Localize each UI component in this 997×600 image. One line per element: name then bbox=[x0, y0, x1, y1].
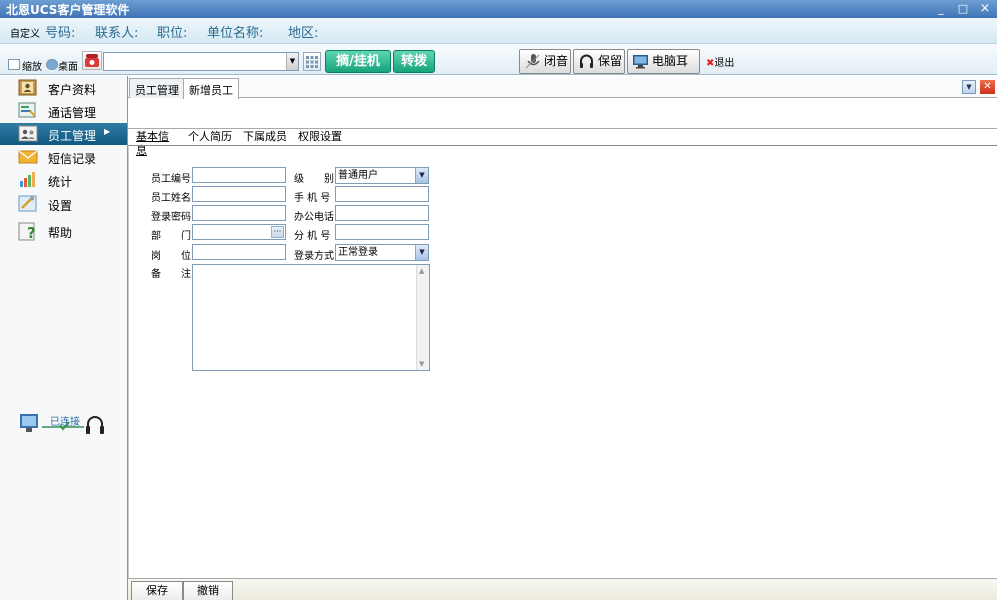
cancel-button[interactable]: 撤销 bbox=[183, 581, 233, 600]
minimize-button[interactable]: _ bbox=[932, 1, 950, 17]
envelope-icon bbox=[18, 148, 38, 165]
sidebar-item-staff[interactable]: 员工管理 ▶ bbox=[0, 123, 127, 145]
sidebar-item-calls[interactable]: 通话管理 bbox=[0, 100, 127, 122]
sidebar-item-statistics[interactable]: 统计 bbox=[0, 169, 127, 191]
sidebar: 客户资料 通话管理 员工管理 ▶ 短信记录 统计 设置 ? 帮助 已连接 bbox=[0, 76, 128, 600]
tab-subordinates[interactable]: 下属成员 bbox=[236, 130, 294, 145]
tab-resume[interactable]: 个人简历 bbox=[181, 130, 239, 145]
main-panel: 员工管理 新增员工 ▼ ✕ 基本信息 个人简历 下属成员 权限设置 员工编号 员… bbox=[128, 76, 997, 600]
contacts-book-icon bbox=[18, 79, 38, 96]
mobile-label: 手 机 号 bbox=[294, 193, 331, 204]
phone-icon[interactable] bbox=[82, 51, 102, 70]
tab-basic-info[interactable]: 基本信息 bbox=[129, 130, 183, 157]
employee-name-input[interactable] bbox=[192, 186, 286, 202]
chevron-down-icon[interactable]: ▼ bbox=[415, 245, 428, 260]
mobile-input[interactable] bbox=[335, 186, 429, 202]
transfer-button[interactable]: 转拨 bbox=[393, 50, 435, 73]
password-label: 登录密码 bbox=[151, 212, 191, 223]
password-input[interactable] bbox=[192, 205, 286, 221]
sidebar-item-sms[interactable]: 短信记录 bbox=[0, 146, 127, 168]
extension-input[interactable] bbox=[335, 224, 429, 240]
chevron-down-icon[interactable]: ▼ bbox=[415, 168, 428, 183]
info-contact-label: 联系人: bbox=[95, 26, 139, 41]
level-label: 级 别 bbox=[294, 174, 334, 185]
bar-chart-icon bbox=[18, 171, 38, 188]
connection-status: 已连接 bbox=[18, 411, 108, 439]
custom-button[interactable]: 自定义 bbox=[10, 25, 40, 40]
maximize-button[interactable]: □ bbox=[954, 1, 972, 17]
browse-department-button[interactable]: ··· bbox=[271, 226, 284, 238]
pick-hang-button[interactable]: 摘/挂机 bbox=[325, 50, 391, 73]
notes-label: 备 注 bbox=[151, 269, 191, 280]
chevron-down-icon[interactable]: ▼ bbox=[286, 53, 298, 70]
tab-staff-management[interactable]: 员工管理 bbox=[129, 78, 185, 98]
tab-permissions[interactable]: 权限设置 bbox=[291, 130, 349, 145]
toolbar-area bbox=[128, 99, 997, 129]
pc-headset-button[interactable]: 电脑耳机 bbox=[627, 49, 700, 91]
close-button[interactable]: × bbox=[976, 1, 994, 17]
mute-button[interactable]: 闭音 bbox=[519, 49, 571, 74]
help-icon: ? bbox=[18, 222, 38, 242]
sidebar-item-settings[interactable]: 设置 bbox=[0, 193, 127, 215]
chevron-right-icon: ▶ bbox=[104, 127, 111, 136]
toolbar: 缩放 桌面 ▼ 摘/挂机 转拨 闭音 保留 电脑耳机 bbox=[0, 44, 997, 91]
save-button[interactable]: 保存 bbox=[131, 581, 183, 600]
shrink-label: 缩放 bbox=[22, 62, 42, 73]
sidebar-item-help[interactable]: ? 帮助 bbox=[0, 220, 127, 242]
department-label: 部 门 bbox=[151, 231, 191, 242]
desktop-radio[interactable] bbox=[46, 59, 58, 70]
employee-name-label: 员工姓名 bbox=[151, 193, 191, 204]
computer-icon bbox=[632, 53, 649, 70]
sidebar-item-customers[interactable]: 客户资料 bbox=[0, 77, 127, 99]
login-mode-select[interactable]: 正常登录 ▼ bbox=[335, 244, 429, 261]
employee-id-input[interactable] bbox=[192, 167, 286, 183]
desktop-label: 桌面 bbox=[58, 62, 78, 73]
caller-info-bar: 自定义 号码: 联系人: 职位: 单位名称: 地区: bbox=[0, 18, 997, 44]
form-tabs: 基本信息 个人简历 下属成员 权限设置 bbox=[128, 130, 997, 157]
call-record-icon bbox=[18, 102, 38, 119]
tab-list-dropdown-icon[interactable]: ▼ bbox=[962, 80, 976, 94]
exit-button[interactable]: ✖退出 bbox=[706, 54, 734, 69]
level-select[interactable]: 普通用户 ▼ bbox=[335, 167, 429, 184]
hold-button[interactable]: 保留 bbox=[573, 49, 625, 74]
shrink-checkbox[interactable] bbox=[8, 59, 20, 70]
form-action-bar: 保存 撤销 bbox=[128, 578, 997, 600]
info-region-label: 地区: bbox=[288, 26, 319, 41]
office-phone-input[interactable] bbox=[335, 205, 429, 221]
notes-scrollbar[interactable]: ▲ ▼ bbox=[416, 265, 429, 370]
tab-new-employee[interactable]: 新增员工 bbox=[183, 78, 239, 99]
window-title: 北恩UCS客户管理软件 bbox=[6, 3, 130, 17]
office-phone-label: 办公电话 bbox=[294, 212, 334, 223]
employee-id-label: 员工编号 bbox=[151, 174, 191, 185]
svg-text:?: ? bbox=[27, 224, 36, 241]
dialpad-icon[interactable] bbox=[303, 52, 321, 71]
extension-label: 分 机 号 bbox=[294, 231, 331, 242]
title-bar: 北恩UCS客户管理软件 _ □ × bbox=[0, 0, 997, 18]
notes-textarea[interactable]: ▲ ▼ bbox=[192, 264, 430, 371]
scroll-up-icon[interactable]: ▲ bbox=[419, 267, 424, 275]
headphones-icon bbox=[578, 53, 595, 70]
close-tab-icon[interactable]: ✕ bbox=[980, 80, 995, 94]
module-tabs: 员工管理 新增员工 ▼ ✕ bbox=[128, 76, 997, 99]
department-input[interactable]: ··· bbox=[192, 224, 286, 240]
info-company-label: 单位名称: bbox=[207, 26, 264, 41]
phone-number-input[interactable]: ▼ bbox=[103, 52, 299, 71]
staff-icon bbox=[18, 125, 38, 142]
scroll-down-icon[interactable]: ▼ bbox=[419, 360, 424, 368]
position-input[interactable] bbox=[192, 244, 286, 260]
login-mode-label: 登录方式 bbox=[294, 251, 334, 262]
basic-info-form: 员工编号 员工姓名 登录密码 部 门 岗 位 备 注 ··· 级 别 手 机 号… bbox=[128, 145, 997, 579]
info-title-label: 职位: bbox=[157, 26, 188, 41]
microphone-icon bbox=[524, 53, 541, 70]
position-label: 岗 位 bbox=[151, 251, 191, 262]
connection-status-label: 已连接 bbox=[50, 417, 80, 428]
info-phone-label: 号码: bbox=[45, 26, 76, 41]
settings-icon bbox=[18, 195, 38, 212]
